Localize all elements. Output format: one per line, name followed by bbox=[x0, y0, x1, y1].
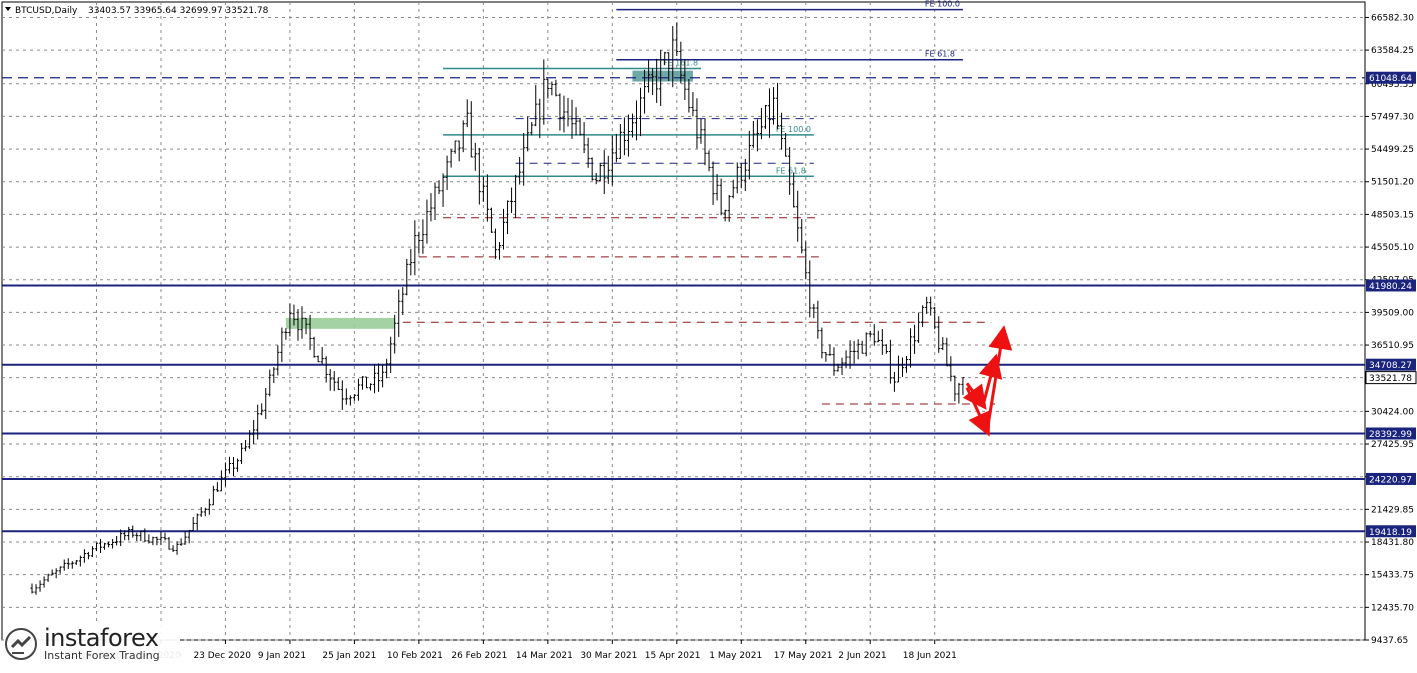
brand-tagline: Instant Forex Trading bbox=[44, 649, 160, 662]
y-tick-label-10: 36510.95 bbox=[1371, 341, 1414, 351]
x-tick-label-4: 25 Jan 2021 bbox=[322, 651, 376, 661]
y-tick-label-13: 27425.95 bbox=[1371, 440, 1414, 450]
level-tag-label-2: 34708.27 bbox=[1369, 361, 1412, 371]
ohlc-readout: 33403.57 33965.64 32699.97 33521.78 bbox=[88, 6, 269, 16]
x-tick-label-8: 30 Mar 2021 bbox=[580, 651, 637, 661]
y-tick-label-12: 30424.00 bbox=[1371, 407, 1414, 417]
fibo-label-4: FE 61.8 bbox=[925, 50, 955, 59]
level-tag-label-6: 19418.19 bbox=[1369, 528, 1412, 538]
y-tick-label-4: 54499.25 bbox=[1371, 145, 1414, 155]
chart-title: BTCUSD,Daily bbox=[15, 6, 78, 16]
x-tick-label-3: 9 Jan 2021 bbox=[258, 651, 306, 661]
y-tick-label-0: 66582.30 bbox=[1371, 13, 1414, 23]
x-tick-label-6: 26 Feb 2021 bbox=[451, 651, 507, 661]
x-tick-label-12: 2 Jun 2021 bbox=[838, 651, 886, 661]
level-tag-label-5: 24220.97 bbox=[1369, 475, 1412, 485]
zone-0 bbox=[632, 70, 693, 82]
level-tag-label-4: 28392.99 bbox=[1369, 430, 1412, 440]
chart: 66582.30 63584.25 60495.35 57497.30 54499.25… bbox=[0, 0, 1417, 669]
y-tick-label-17: 15433.75 bbox=[1371, 571, 1414, 581]
y-tick-label-19: 9437.65 bbox=[1371, 636, 1408, 646]
y-tick-label-3: 57497.30 bbox=[1371, 112, 1414, 122]
y-tick-label-6: 48503.15 bbox=[1371, 210, 1414, 220]
y-tick-label-16: 18431.80 bbox=[1371, 538, 1414, 548]
x-tick-label-10: 1 May 2021 bbox=[709, 651, 762, 661]
y-tick-label-18: 12435.70 bbox=[1371, 603, 1414, 613]
x-tick-label-2: 23 Dec 2020 bbox=[193, 651, 251, 661]
y-tick-label-5: 51501.20 bbox=[1371, 178, 1414, 188]
level-tag-label-1: 41980.24 bbox=[1369, 282, 1412, 292]
y-tick-label-1: 63584.25 bbox=[1371, 46, 1414, 56]
y-tick-label-15: 21429.85 bbox=[1371, 505, 1414, 515]
chart-background bbox=[0, 0, 1417, 669]
brand-logo: instaforex Instant Forex Trading bbox=[4, 622, 180, 666]
level-tag-label-0: 61048.64 bbox=[1369, 74, 1412, 84]
level-tag-label-3: 33521.78 bbox=[1369, 374, 1412, 384]
fibo-label-2: FE 61.8 bbox=[776, 166, 806, 175]
x-tick-label-11: 17 May 2021 bbox=[774, 651, 833, 661]
x-tick-label-9: 15 Apr 2021 bbox=[645, 651, 701, 661]
x-tick-label-5: 10 Feb 2021 bbox=[387, 651, 443, 661]
x-tick-label-13: 18 Jun 2021 bbox=[903, 651, 957, 661]
y-tick-label-7: 45505.10 bbox=[1371, 243, 1414, 253]
fibo-label-3: FE 100.0 bbox=[925, 0, 960, 9]
instaforex-logo-icon bbox=[5, 628, 37, 660]
y-tick-label-9: 39509.00 bbox=[1371, 308, 1414, 318]
price-chart: 66582.3063584.2560495.3557497.3054499.25… bbox=[0, 0, 1417, 669]
x-tick-label-7: 14 Mar 2021 bbox=[516, 651, 573, 661]
brand-name: instaforex bbox=[44, 624, 159, 652]
